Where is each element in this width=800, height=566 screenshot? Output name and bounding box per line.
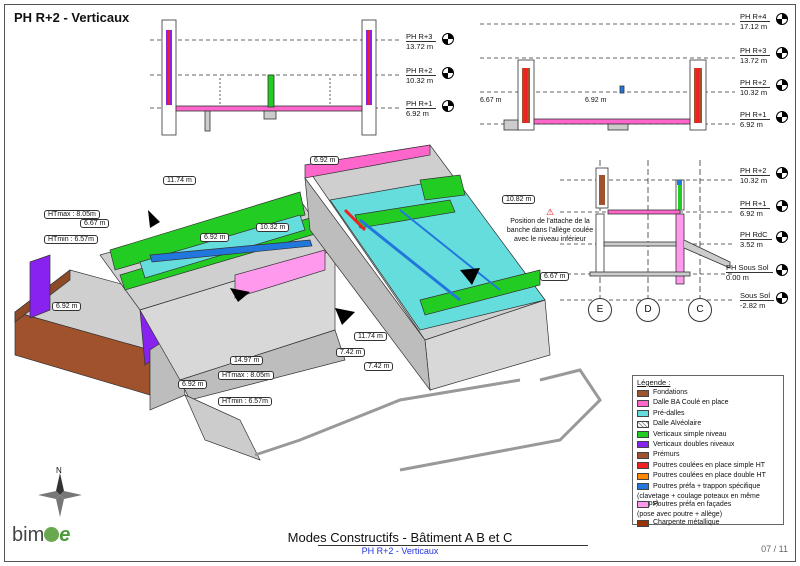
legend-label: Poutres coulées en place simple HT — [653, 461, 766, 469]
spot-elevation: 6.92 m — [585, 97, 607, 104]
grid-axis-e: E — [588, 298, 612, 322]
level-target-icon — [776, 292, 788, 304]
level-right-r3: PH R+3 13.72 m — [740, 46, 771, 65]
ht-max-label: HTmax : 8.05m — [218, 371, 274, 380]
legend-label: Dalle BA Coulé en place — [653, 399, 729, 407]
legend-item: Fondations — [637, 389, 779, 399]
legend-item: Poutres coulées en place double HT — [637, 472, 779, 482]
legend-label: Prémurs — [653, 451, 680, 459]
legend-label: Charpente métallique — [653, 519, 720, 527]
level-target-icon — [776, 231, 788, 243]
legend-item: Dalle Alvéolaire — [637, 420, 779, 430]
level-left-r2: PH R+2 10.32 m — [406, 66, 437, 85]
legend-item: (clavetage + coulage poteaux en même tem… — [637, 493, 779, 508]
legend-swatch — [637, 483, 649, 491]
legend-panel: Légende : Fondations Dalle BA Coulé en pl… — [632, 375, 784, 527]
level-target-icon — [776, 200, 788, 212]
level-target-icon — [776, 111, 788, 123]
elevation-label: 10.82 m — [502, 195, 536, 204]
ht-min-label: HTmin : 6.57m — [44, 235, 98, 244]
legend-swatch — [637, 399, 649, 407]
grid-axis-c: C — [688, 298, 712, 322]
level-lower-r2: PH R+2 10.32 m — [740, 166, 771, 185]
elevation-label: 6.92 m — [178, 380, 208, 389]
level-target-icon — [442, 33, 454, 45]
elevation-label: 14.97 m — [230, 356, 264, 365]
legend-item: Verticaux simple niveau — [637, 431, 779, 441]
elevation-label: 11.74 m — [354, 332, 387, 341]
elevation-label: 6.92 m — [310, 156, 340, 165]
spot-elevation: 6.67 m — [480, 97, 502, 104]
elevation-label: 10.32 m — [256, 223, 290, 232]
ht-max-label: HTmax : 8.05m — [44, 210, 100, 219]
iso-model — [14, 144, 602, 472]
level-right-r4: PH R+4 17.12 m — [740, 12, 771, 31]
section-left — [150, 19, 400, 136]
legend-list: Fondations Dalle BA Coulé en place Pré-dal… — [637, 389, 779, 530]
page-number: 07 / 11 — [761, 544, 788, 554]
legend-label: Pré-dalles — [653, 409, 685, 417]
level-target-icon — [776, 47, 788, 59]
legend-label: Poutres coulées en place double HT — [653, 472, 766, 480]
warning-note: ⚠ Position de l'attache de la banche dan… — [506, 207, 594, 244]
north-label: N — [56, 466, 62, 475]
legend-item: Charpente métallique — [637, 519, 779, 529]
elevation-label: 6.67 m — [80, 219, 110, 228]
legend-swatch — [637, 462, 649, 470]
legend-swatch — [637, 410, 649, 418]
legend-label: Dalle Alvéolaire — [653, 420, 702, 428]
level-right-r2: PH R+2 10.32 m — [740, 78, 771, 97]
elevation-label: 6.92 m — [52, 302, 82, 311]
legend-item: Pré-dalles — [637, 410, 779, 420]
legend-label: Poutres préfa en façades — [653, 500, 732, 508]
level-target-icon — [776, 13, 788, 25]
level-target-icon — [776, 264, 788, 276]
section-right — [480, 23, 735, 131]
legend-item: Poutres coulées en place simple HT — [637, 462, 779, 472]
legend-swatch — [637, 441, 649, 449]
legend-label: Verticaux doubles niveaux — [653, 440, 735, 448]
compass-rose — [38, 473, 82, 517]
sheet-subtitle: PH R+2 - Verticaux — [361, 546, 439, 556]
legend-label: Poutres préfa + trappon spécifique — [653, 482, 761, 490]
legend-label: Verticaux simple niveau — [653, 430, 727, 438]
legend-label: (pose avec poutre + allège) — [637, 511, 723, 519]
level-left-r1: PH R+1 6.92 m — [406, 99, 437, 118]
sheet-title: Modes Constructifs - Bâtiment A B et C — [287, 530, 513, 545]
warning-icon: ⚠ — [545, 207, 555, 217]
level-target-icon — [442, 100, 454, 112]
level-right-r1: PH R+1 6.92 m — [740, 110, 771, 129]
level-target-icon — [776, 79, 788, 91]
elevation-label: 6.67 m — [540, 272, 570, 281]
legend-item: Prémurs — [637, 451, 779, 461]
legend-swatch — [637, 420, 649, 428]
level-lower-rdc: PH RdC 3.52 m — [740, 230, 772, 249]
legend-swatch — [637, 519, 649, 527]
level-target-icon — [442, 67, 454, 79]
elevation-label: 7.42 m — [364, 362, 394, 371]
level-lower-r1: PH R+1 6.92 m — [740, 199, 771, 218]
grid-axis-d: D — [636, 298, 660, 322]
elevation-label: 6.92 m — [200, 233, 230, 242]
elevation-label: 7.42 m — [336, 348, 366, 357]
legend-item: Verticaux doubles niveaux — [637, 441, 779, 451]
legend-item: (pose avec poutre + allège) — [637, 511, 779, 519]
legend-item: Dalle BA Coulé en place — [637, 399, 779, 409]
elevation-label: 11.74 m — [163, 176, 196, 185]
level-lower-sous-sol: Sous Sol -2.82 m — [740, 291, 775, 310]
level-left-r3: PH R+3 13.72 m — [406, 32, 437, 51]
level-lower-ss: PH Sous Sol 0.00 m — [726, 263, 773, 282]
ht-min-label: HTmin : 6.57m — [218, 397, 272, 406]
legend-swatch — [637, 451, 649, 459]
legend-swatch — [637, 431, 649, 439]
level-target-icon — [776, 167, 788, 179]
legend-item: Poutres préfa + trappon spécifique — [637, 483, 779, 493]
legend-swatch — [637, 472, 649, 480]
legend-label: Fondations — [653, 389, 688, 396]
legend-title: Légende : — [637, 378, 671, 387]
legend-swatch — [637, 501, 649, 509]
legend-swatch — [637, 389, 649, 397]
